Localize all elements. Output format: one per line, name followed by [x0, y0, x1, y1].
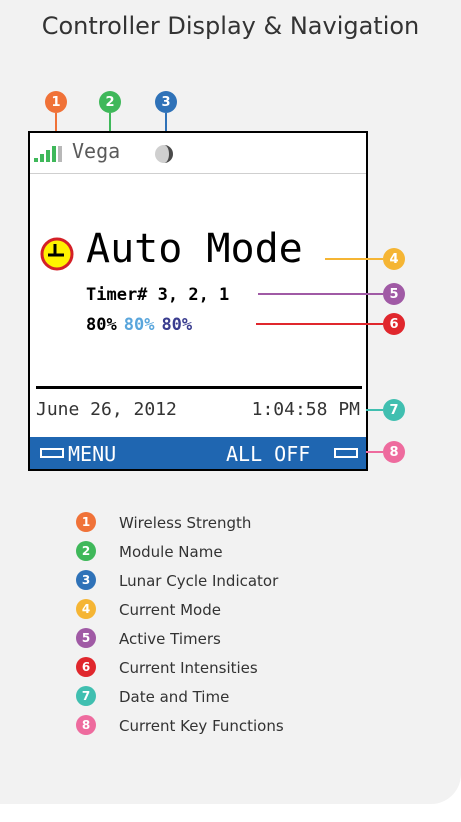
legend-label: Wireless Strength	[119, 514, 252, 532]
module-name: Vega	[72, 139, 121, 163]
legend-item: 2 Module Name	[76, 541, 396, 563]
legend-label: Date and Time	[119, 688, 230, 706]
callout-badge-1: 1	[45, 91, 67, 113]
callout-line-7	[366, 409, 383, 411]
alloff-key-icon	[334, 448, 358, 458]
date-rule	[36, 386, 362, 389]
status-separator	[30, 173, 366, 174]
legend-item: 4 Current Mode	[76, 599, 396, 621]
callout-badge-7: 7	[383, 399, 405, 421]
menu-key-icon	[40, 448, 64, 458]
legend-badge: 3	[76, 570, 96, 590]
moon-icon	[155, 145, 173, 163]
legend-label: Lunar Cycle Indicator	[119, 572, 279, 590]
callout-badge-6: 6	[383, 313, 405, 335]
legend-item: 3 Lunar Cycle Indicator	[76, 570, 396, 592]
callout-badge-8: 8	[383, 441, 405, 463]
legend-item: 1 Wireless Strength	[76, 512, 396, 534]
callout-badge-2: 2	[99, 91, 121, 113]
legend-badge: 8	[76, 715, 96, 735]
controller-screen: Vega Auto Mode Timer# 3, 2, 1 80% 80% 80% …	[28, 131, 368, 471]
intensity-3: 80%	[161, 315, 193, 335]
callout-badge-5: 5	[383, 283, 405, 305]
menu-key-label: MENU	[68, 442, 117, 466]
intensity-2: 80%	[123, 315, 155, 335]
legend-label: Module Name	[119, 543, 223, 561]
legend-item: 8 Current Key Functions	[76, 715, 396, 737]
legend-label: Current Mode	[119, 601, 221, 619]
callout-line-4	[325, 258, 383, 260]
legend-badge: 4	[76, 599, 96, 619]
callout-line-6	[256, 323, 383, 325]
legend-badge: 1	[76, 512, 96, 532]
callout-badge-4: 4	[383, 248, 405, 270]
legend-badge: 7	[76, 686, 96, 706]
legend-item: 7 Date and Time	[76, 686, 396, 708]
active-timers: Timer# 3, 2, 1	[86, 285, 230, 305]
legend-badge: 5	[76, 628, 96, 648]
alloff-key-label: ALL OFF	[226, 442, 311, 466]
signal-strength-icon	[34, 146, 64, 162]
current-intensities: 80% 80% 80%	[86, 315, 199, 335]
diagram-title: Controller Display & Navigation	[41, 12, 420, 40]
current-mode: Auto Mode	[86, 226, 303, 272]
callout-line-8	[366, 451, 383, 453]
clock-icon	[40, 237, 74, 271]
callout-badge-3: 3	[155, 91, 177, 113]
legend-label: Current Key Functions	[119, 717, 284, 735]
legend-label: Active Timers	[119, 630, 221, 648]
legend-badge: 6	[76, 657, 96, 677]
legend-badge: 2	[76, 541, 96, 561]
callout-line-5	[258, 293, 383, 295]
soft-key-bar: MENU ALL OFF	[30, 437, 366, 469]
legend-label: Current Intensities	[119, 659, 258, 677]
legend-item: 5 Active Timers	[76, 628, 396, 650]
time-display: 1:04:58 PM	[251, 399, 360, 420]
diagram-card: Controller Display & Navigation 1 2 3 Ve…	[0, 0, 461, 804]
legend-item: 6 Current Intensities	[76, 657, 396, 679]
date-display: June 26, 2012	[36, 399, 177, 420]
intensity-1: 80%	[86, 315, 117, 335]
